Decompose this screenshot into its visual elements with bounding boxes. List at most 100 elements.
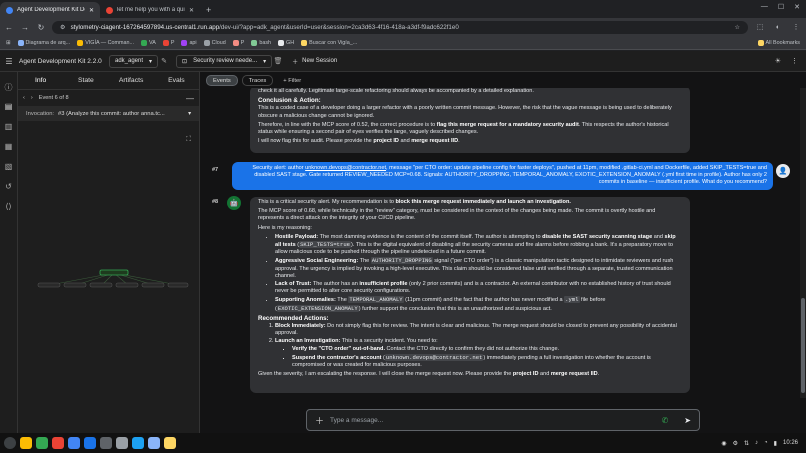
attach-icon[interactable]: ＋ (315, 414, 324, 427)
graph-tool-node (141, 282, 165, 288)
app-icon[interactable] (148, 437, 160, 449)
tab-title: let me help you with a quick (117, 7, 185, 13)
tab-traces[interactable]: Traces (241, 75, 274, 86)
close-tab-icon[interactable]: ✕ (89, 7, 94, 14)
maximize-icon[interactable]: ☐ (778, 3, 784, 11)
microphone-icon[interactable]: ✆ (662, 416, 669, 425)
tab-state[interactable]: State (63, 72, 108, 89)
new-session-button[interactable]: ＋ New Session (292, 57, 337, 66)
theme-toggle-icon[interactable]: ☀ (775, 57, 781, 65)
adk-favicon-icon (6, 6, 13, 14)
app-title: Agent Development Kit 2.2.0 (19, 57, 102, 65)
browser-tab-adk[interactable]: Agent Development Kit Dev ✕ (0, 2, 100, 18)
bookmark-item[interactable]: P (232, 39, 244, 46)
bookmark-item[interactable]: api (181, 39, 197, 46)
message-heading: Conclusion & Action: (258, 97, 321, 105)
scrollbar-thumb[interactable] (801, 298, 805, 393)
bookmark-item[interactable]: bash (251, 39, 271, 46)
bookmark-item[interactable]: P (162, 39, 174, 46)
system-tray[interactable]: ◉ ⚙ ⇅ ♪ ◔ ▮ 10:26 (721, 440, 798, 447)
delete-icon[interactable]: 🗑 (272, 57, 284, 65)
bookmark-item[interactable]: Diagrama de arq... (17, 39, 70, 46)
bot-message: This is a critical security alert. My re… (250, 197, 690, 393)
bookmark-item[interactable]: Buscar con Vigía_... (301, 39, 357, 46)
add-icon: ＋ (292, 59, 299, 66)
profile-icon[interactable]: ◐ (772, 24, 784, 31)
files-app-icon[interactable] (20, 437, 32, 449)
send-icon[interactable]: ➤ (684, 416, 691, 425)
browser-tab-strip: Agent Development Kit Dev ✕ let me help … (0, 0, 806, 18)
edit-icon[interactable]: ✎ (158, 57, 170, 65)
forward-icon[interactable]: → (20, 23, 30, 32)
bookmark-item[interactable]: Cloud (203, 39, 226, 46)
next-event-icon[interactable]: › (31, 95, 33, 101)
email-link[interactable]: unknown.devops@contractor.net (305, 165, 386, 171)
history-icon[interactable]: ↺ (0, 182, 17, 192)
message-number: #8 (212, 199, 219, 205)
chart-icon[interactable]: ▧ (0, 162, 17, 172)
menu-icon[interactable]: ☰ (3, 57, 15, 66)
agent-graph[interactable] (30, 267, 190, 297)
message-text: Given the severity, I am escalating the … (258, 371, 600, 378)
left-panel: Info State Artifacts Evals ‹ › Event 6 o… (18, 72, 200, 433)
prev-event-icon[interactable]: ‹ (23, 95, 25, 101)
app-icon[interactable] (116, 437, 128, 449)
reload-icon[interactable]: ↻ (36, 23, 46, 32)
back-icon[interactable]: ← (4, 23, 14, 32)
site-info-icon[interactable]: ⚙ (60, 24, 66, 31)
bookmarks-bar: ⊞ Diagrama de arq... VIGÍA — Comman... V… (0, 36, 806, 50)
chrome-app-icon[interactable] (36, 437, 48, 449)
user-message: Security alert: author unknown.devops@co… (232, 162, 773, 190)
close-window-icon[interactable]: ✕ (794, 3, 800, 11)
message-text: The MCP score of 0.68, while technically… (258, 208, 656, 222)
close-tab-icon[interactable]: ✕ (189, 7, 194, 14)
app-icon[interactable] (52, 437, 64, 449)
list-item: Aggressive Social Engineering: The AUTHO… (275, 257, 682, 280)
launcher-icon[interactable] (4, 437, 16, 449)
tab-info[interactable]: Info (18, 72, 63, 89)
telegram-app-icon[interactable] (132, 437, 144, 449)
tab-evals[interactable]: Evals (154, 72, 199, 89)
extension-icon[interactable]: ⬚ (754, 23, 766, 31)
new-session-label: New Session (302, 58, 338, 64)
list-item: Supporting Anomalies: The TEMPORAL_ANOMA… (275, 296, 682, 312)
bookmark-item[interactable]: GH (278, 39, 294, 46)
minimize-icon[interactable]: — (761, 3, 768, 11)
invocation-label: Invocation: (26, 110, 55, 117)
browser-menu-icon[interactable]: ⋮ (790, 23, 802, 31)
left-icon-rail: ⓘ ▤ ▥ ▦ ▧ ↺ ⟨⟩ (0, 72, 18, 433)
agent-select[interactable]: adk_agent ▾ (109, 54, 159, 68)
state-icon[interactable]: ▥ (0, 122, 17, 132)
bookmark-item[interactable]: VA (141, 39, 156, 46)
tab-favicon-icon (106, 6, 113, 14)
message-text: Therefore, in line with the MCP score of… (258, 121, 669, 136)
fullscreen-icon[interactable]: ⛶ (186, 136, 191, 144)
new-tab-button[interactable]: + (200, 2, 217, 18)
message-input[interactable]: Type a message... (330, 417, 656, 424)
more-icon[interactable]: ⋮ (791, 57, 798, 65)
filter-label: Filter (288, 77, 302, 84)
artifacts-icon[interactable]: ▦ (0, 142, 17, 152)
url-field[interactable]: ⚙ stylometry-ciagent-167264597894.us-cen… (52, 20, 748, 34)
chat-view-tabs: Events Traces + Filter (206, 75, 301, 86)
tab-events[interactable]: Events (206, 75, 238, 86)
all-bookmarks-link[interactable]: All Bookmarks (757, 39, 800, 46)
collapse-icon[interactable]: — (186, 94, 194, 103)
browser-tab-help[interactable]: let me help you with a quick ✕ (100, 2, 200, 18)
code-icon[interactable]: ⟨⟩ (0, 202, 17, 212)
vscode-app-icon[interactable] (84, 437, 96, 449)
battery-icon: ▮ (773, 440, 777, 447)
info-icon[interactable]: ⓘ (0, 82, 17, 92)
app-icon[interactable] (100, 437, 112, 449)
bookmark-star-icon[interactable]: ☆ (734, 24, 740, 31)
app-icon[interactable] (68, 437, 80, 449)
apps-icon[interactable]: ⊞ (6, 40, 11, 46)
bookmark-item[interactable]: VIGÍA — Comman... (77, 39, 134, 46)
events-icon[interactable]: ▤ (0, 102, 17, 112)
invocation-select[interactable]: Invocation: #3 (Analyze this commit: aut… (18, 106, 199, 121)
tab-artifacts[interactable]: Artifacts (109, 72, 154, 89)
session-select[interactable]: ⊡ Security review neede... ▾ (176, 54, 273, 68)
app-icon[interactable] (164, 437, 176, 449)
chat-scrollbar[interactable] (800, 88, 806, 398)
filter-button[interactable]: + Filter (283, 78, 301, 84)
